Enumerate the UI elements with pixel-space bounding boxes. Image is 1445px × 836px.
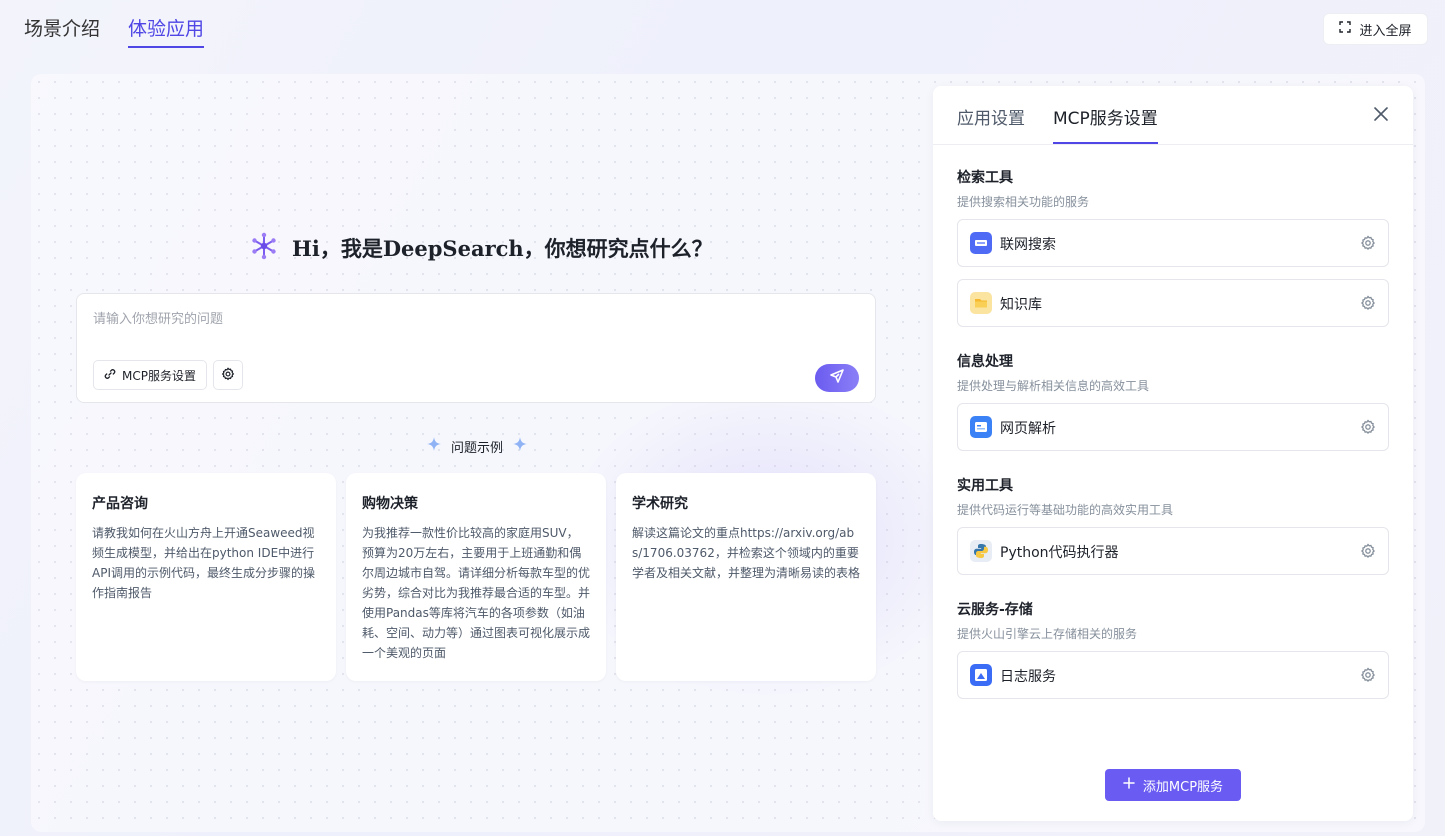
expand-icon xyxy=(1339,21,1352,37)
hero-title: Hi，我是DeepSearch，你想研究点什么？ xyxy=(292,236,713,261)
panel-header: 应用设置 MCP服务设置 xyxy=(933,86,1413,145)
link-icon xyxy=(104,368,116,383)
example-card-title: 学术研究 xyxy=(632,496,688,512)
section-title: 检索工具 xyxy=(957,170,1013,186)
service-settings-button[interactable] xyxy=(1360,419,1376,435)
service-settings-button[interactable] xyxy=(1360,235,1376,251)
example-card-shopping[interactable]: 购物决策 为我推荐一款性价比较高的家庭用SUV，预算为20万左右，主要用于上班通… xyxy=(346,473,606,681)
close-icon xyxy=(1373,107,1389,126)
webpage-parse-icon xyxy=(970,416,992,438)
mcp-settings-label: MCP服务设置 xyxy=(122,368,196,383)
service-settings-button[interactable] xyxy=(1360,295,1376,311)
log-service-icon xyxy=(970,664,992,686)
section-title: 云服务-存储 xyxy=(957,602,1033,618)
add-mcp-service-button[interactable]: 添加MCP服务 xyxy=(1105,769,1241,801)
fullscreen-label: 进入全屏 xyxy=(1359,23,1412,39)
section-desc: 提供火山引擎云上存储相关的服务 xyxy=(957,627,1138,641)
service-name: 日志服务 xyxy=(1000,669,1056,685)
examples-label: 问题示例 xyxy=(451,440,504,456)
example-card-academic[interactable]: 学术研究 解读这篇论文的重点https://arxiv.org/abs/1706… xyxy=(616,473,876,681)
folder-icon xyxy=(970,292,992,314)
service-webpage-parse[interactable]: 网页解析 xyxy=(957,403,1389,451)
gear-icon xyxy=(1360,543,1375,559)
close-panel-button[interactable] xyxy=(1373,106,1391,124)
service-log[interactable]: 日志服务 xyxy=(957,651,1389,699)
service-name: 知识库 xyxy=(1000,297,1042,313)
service-name: 网页解析 xyxy=(1000,421,1056,437)
tab-scene-intro[interactable]: 场景介绍 xyxy=(24,14,100,48)
section-title: 实用工具 xyxy=(957,478,1013,494)
example-card-product[interactable]: 产品咨询 请教我如何在火山方舟上开通Seaweed视频生成模型，并给出在pyth… xyxy=(76,473,336,681)
service-settings-button[interactable] xyxy=(1360,543,1376,559)
tab-mcp-settings[interactable]: MCP服务设置 xyxy=(1053,104,1158,144)
example-card-body: 为我推荐一款性价比较高的家庭用SUV，预算为20万左右，主要用于上班通勤和偶尔周… xyxy=(362,526,591,660)
section-title: 信息处理 xyxy=(957,354,1013,370)
service-python-executor[interactable]: Python代码执行器 xyxy=(957,527,1389,575)
sparkle-icon xyxy=(427,437,441,455)
gear-icon xyxy=(221,366,235,385)
sparkle-icon xyxy=(513,437,528,455)
add-mcp-service-label: 添加MCP服务 xyxy=(1142,779,1224,795)
mcp-settings-button[interactable]: MCP服务设置 xyxy=(93,360,207,390)
service-knowledge-base[interactable]: 知识库 xyxy=(957,279,1389,327)
gear-icon xyxy=(1360,295,1375,311)
settings-panel: 应用设置 MCP服务设置 检索工具 提供搜索相关功能的服务 联网搜索 知识库 信… xyxy=(933,86,1413,821)
plus-icon xyxy=(1123,777,1135,793)
service-web-search[interactable]: 联网搜索 xyxy=(957,219,1389,267)
gear-icon xyxy=(1360,667,1375,683)
example-card-title: 产品咨询 xyxy=(92,496,148,512)
question-input-box: MCP服务设置 xyxy=(76,293,876,403)
tab-app-settings[interactable]: 应用设置 xyxy=(957,104,1025,144)
sparkle-network-icon xyxy=(250,232,278,264)
gear-icon xyxy=(1360,235,1375,251)
example-card-body: 请教我如何在火山方舟上开通Seaweed视频生成模型，并给出在python ID… xyxy=(92,526,315,600)
service-name: 联网搜索 xyxy=(1000,237,1056,253)
section-desc: 提供代码运行等基础功能的高效实用工具 xyxy=(957,503,1174,517)
fullscreen-button[interactable]: 进入全屏 xyxy=(1323,13,1428,45)
web-search-icon xyxy=(970,232,992,254)
service-settings-button[interactable] xyxy=(1360,667,1376,683)
input-settings-button[interactable] xyxy=(213,360,243,390)
tab-experience-app[interactable]: 体验应用 xyxy=(128,14,205,48)
example-card-title: 购物决策 xyxy=(362,496,418,512)
send-button[interactable] xyxy=(815,364,859,392)
section-desc: 提供搜索相关功能的服务 xyxy=(957,195,1090,209)
examples-heading: 问题示例 xyxy=(427,436,528,456)
example-card-body: 解读这篇论文的重点https://arxiv.org/abs/1706.0376… xyxy=(632,526,861,580)
service-name: Python代码执行器 xyxy=(1000,545,1119,561)
python-icon xyxy=(970,540,992,562)
top-nav: 场景介绍 体验应用 进入全屏 xyxy=(0,0,1445,60)
question-input[interactable] xyxy=(93,308,853,330)
gear-icon xyxy=(1360,419,1375,435)
hero-heading: Hi，我是DeepSearch，你想研究点什么？ xyxy=(250,230,713,266)
section-desc: 提供处理与解析相关信息的高效工具 xyxy=(957,379,1150,393)
send-icon xyxy=(829,368,845,388)
